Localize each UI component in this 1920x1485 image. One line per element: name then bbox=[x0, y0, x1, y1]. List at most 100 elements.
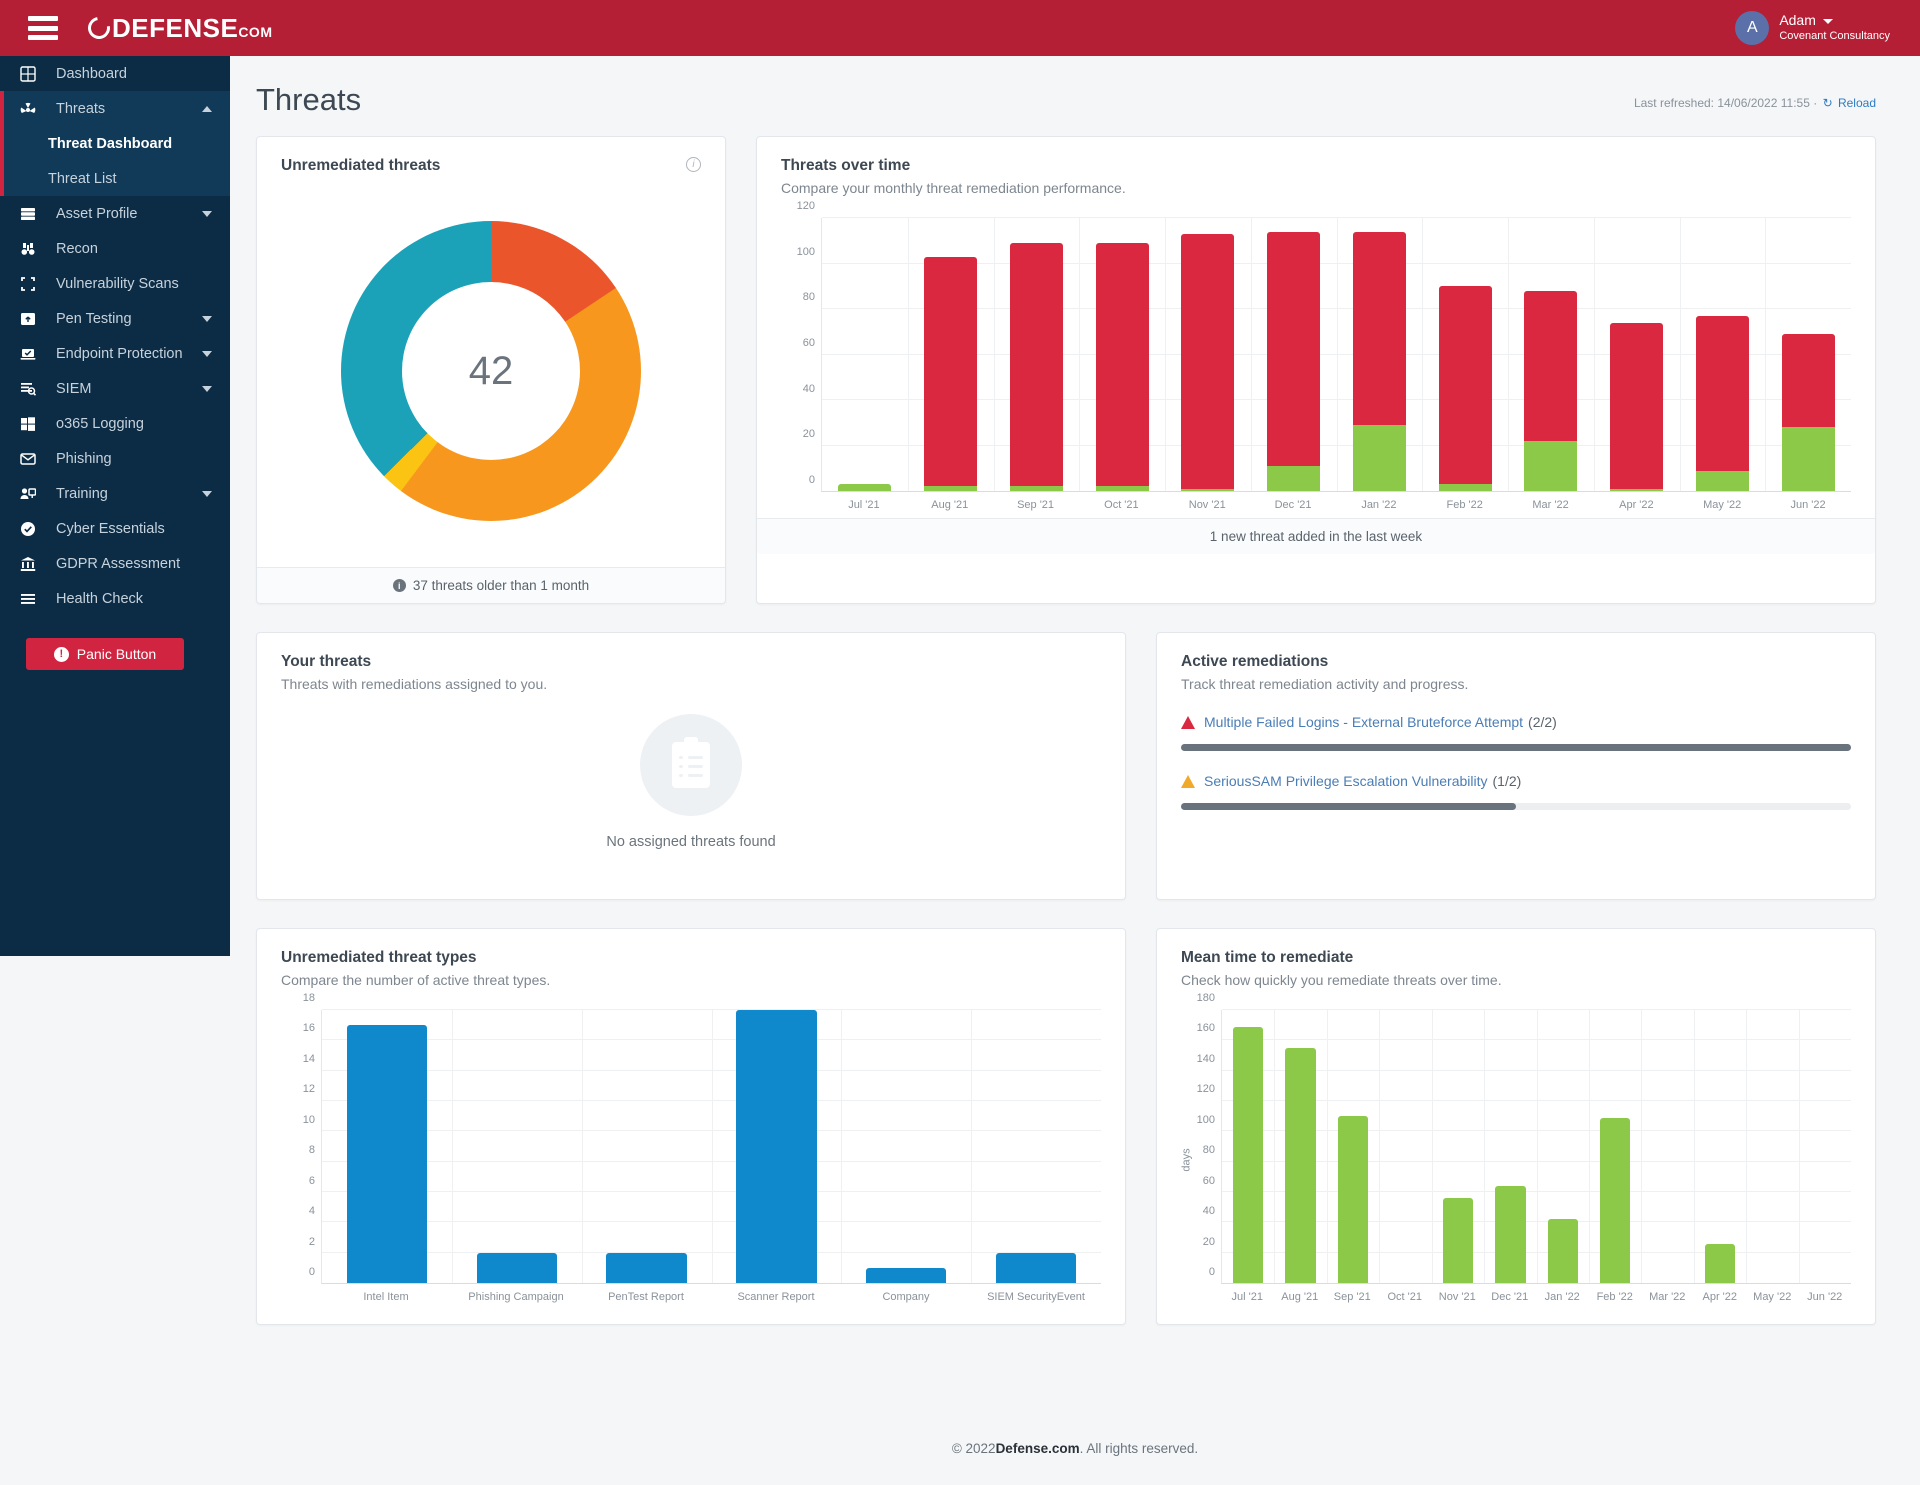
bar-segment-unremediated bbox=[1095, 243, 1149, 487]
bar[interactable] bbox=[1285, 1047, 1316, 1283]
bar-column[interactable] bbox=[1484, 1010, 1536, 1283]
bar-column[interactable] bbox=[1432, 1010, 1484, 1283]
sidebar-item-training[interactable]: Training bbox=[0, 476, 230, 511]
sidebar-item-recon[interactable]: Recon bbox=[0, 231, 230, 266]
sidebar-item-cyber-essentials[interactable]: Cyber Essentials bbox=[0, 511, 230, 546]
sidebar-item-vulnerability-scans[interactable]: Vulnerability Scans bbox=[0, 266, 230, 301]
chevron-down-icon[interactable] bbox=[1822, 18, 1833, 24]
bar[interactable] bbox=[1337, 1116, 1369, 1283]
sidebar-item-threats[interactable]: Threats bbox=[0, 91, 230, 126]
stacked-bar[interactable] bbox=[1009, 243, 1063, 491]
x-tick-label: Company bbox=[882, 1291, 930, 1303]
sidebar-item-threat-dashboard[interactable]: Threat Dashboard bbox=[0, 126, 230, 161]
bar[interactable] bbox=[476, 1252, 557, 1283]
bar-column[interactable] bbox=[1274, 1010, 1326, 1283]
bar-column[interactable] bbox=[1379, 1010, 1431, 1283]
bar-column[interactable] bbox=[1422, 218, 1508, 491]
bar-column[interactable] bbox=[322, 1010, 452, 1283]
sidebar-item-label: Health Check bbox=[56, 590, 144, 607]
user-menu[interactable]: A Adam Covenant Consultancy bbox=[1735, 11, 1890, 45]
stacked-bar[interactable] bbox=[1695, 315, 1749, 491]
sidebar-item-threat-list[interactable]: Threat List bbox=[0, 161, 230, 196]
chevron-down-icon[interactable] bbox=[202, 385, 212, 392]
bar[interactable] bbox=[1547, 1219, 1578, 1283]
hamburger-icon[interactable] bbox=[28, 16, 58, 40]
bar-column[interactable] bbox=[1165, 218, 1251, 491]
radiation-icon bbox=[20, 101, 42, 117]
bar-column[interactable] bbox=[1746, 1010, 1798, 1283]
stacked-bar[interactable] bbox=[1352, 231, 1406, 491]
bar-column[interactable] bbox=[452, 1010, 582, 1283]
sidebar-item-siem[interactable]: SIEM bbox=[0, 371, 230, 406]
bar-column[interactable] bbox=[1680, 218, 1766, 491]
bar-column[interactable] bbox=[971, 1010, 1101, 1283]
bar[interactable] bbox=[1599, 1117, 1631, 1283]
stacked-bar[interactable] bbox=[838, 484, 892, 491]
sidebar-item-gdpr-assessment[interactable]: GDPR Assessment bbox=[0, 546, 230, 581]
chevron-down-icon[interactable] bbox=[202, 490, 212, 497]
bar[interactable] bbox=[1442, 1198, 1474, 1283]
chevron-down-icon[interactable] bbox=[202, 210, 212, 217]
bar-column[interactable] bbox=[1508, 218, 1594, 491]
bar[interactable] bbox=[606, 1252, 687, 1283]
bar-column[interactable] bbox=[822, 218, 908, 491]
bar-column[interactable] bbox=[1589, 1010, 1641, 1283]
bar-column[interactable] bbox=[1694, 1010, 1746, 1283]
x-tick-label: Dec '21 bbox=[1274, 499, 1312, 511]
sidebar-item-label: Threats bbox=[56, 100, 106, 117]
remediation-link[interactable]: Multiple Failed Logins - External Brutef… bbox=[1204, 714, 1523, 730]
stacked-bar[interactable] bbox=[1438, 286, 1492, 491]
chevron-up-icon[interactable] bbox=[202, 105, 212, 112]
sidebar-item-dashboard[interactable]: Dashboard bbox=[0, 56, 230, 91]
reload-link[interactable]: Reload bbox=[1838, 96, 1876, 110]
sidebar-item-asset-profile[interactable]: Asset Profile bbox=[0, 196, 230, 231]
info-circle-icon[interactable]: i bbox=[686, 157, 701, 172]
bar-column[interactable] bbox=[841, 1010, 971, 1283]
brand-logo[interactable]: DEFENSE COM bbox=[83, 13, 272, 44]
bar[interactable] bbox=[736, 1010, 817, 1283]
remediation-link[interactable]: SeriousSAM Privilege Escalation Vulnerab… bbox=[1204, 773, 1488, 789]
bar-column[interactable] bbox=[1079, 218, 1165, 491]
threat-types-chart[interactable]: 0 2 4 6 8 10 12 14 16 18 Intel Item Phishing Campai… bbox=[281, 992, 1101, 1310]
bar-column[interactable] bbox=[994, 218, 1080, 491]
stacked-bar[interactable] bbox=[924, 256, 978, 491]
stacked-bar[interactable] bbox=[1781, 334, 1835, 491]
threats-over-time-chart[interactable]: 0 20 40 60 80 100 120 Jul '21 Aug '21 Sep '21 Oct … bbox=[781, 200, 1851, 518]
bar-column[interactable] bbox=[908, 218, 994, 491]
mttr-chart[interactable]: 0 20 40 60 80 100 120 140 160 180 days Jul '21 Aug '… bbox=[1181, 992, 1851, 1310]
bar-column[interactable] bbox=[1799, 1010, 1851, 1283]
bar-column[interactable] bbox=[711, 1010, 841, 1283]
stacked-bar[interactable] bbox=[1524, 290, 1578, 491]
reload-icon[interactable]: ↻ bbox=[1823, 96, 1833, 110]
sidebar-item-pen-testing[interactable]: Pen Testing bbox=[0, 301, 230, 336]
panic-button[interactable]: ! Panic Button bbox=[26, 638, 184, 670]
bar-column[interactable] bbox=[1765, 218, 1851, 491]
y-tick-label: 18 bbox=[302, 992, 315, 1004]
sidebar-item-endpoint-protection[interactable]: Endpoint Protection bbox=[0, 336, 230, 371]
chevron-down-icon[interactable] bbox=[202, 350, 212, 357]
bar-column[interactable] bbox=[1251, 218, 1337, 491]
bar-column[interactable] bbox=[1222, 1010, 1274, 1283]
stacked-bar[interactable] bbox=[1267, 231, 1321, 491]
chevron-down-icon[interactable] bbox=[202, 315, 212, 322]
bar-column[interactable] bbox=[1337, 218, 1423, 491]
bar[interactable] bbox=[1704, 1243, 1736, 1283]
bar-column[interactable] bbox=[1641, 1010, 1693, 1283]
sidebar-item-health-check[interactable]: Health Check bbox=[0, 581, 230, 616]
stacked-bar[interactable] bbox=[1610, 322, 1664, 491]
bar[interactable] bbox=[865, 1267, 947, 1283]
stacked-bar[interactable] bbox=[1181, 233, 1235, 491]
sidebar-item-phishing[interactable]: Phishing bbox=[0, 441, 230, 476]
bar-segment-unremediated bbox=[1267, 231, 1321, 466]
unremediated-threats-donut[interactable]: 42 bbox=[341, 221, 641, 521]
bar-column[interactable] bbox=[1327, 1010, 1379, 1283]
bar-column[interactable] bbox=[1594, 218, 1680, 491]
bar[interactable] bbox=[995, 1252, 1077, 1283]
bar-column[interactable] bbox=[1537, 1010, 1589, 1283]
bar[interactable] bbox=[1233, 1026, 1264, 1283]
bar-column[interactable] bbox=[582, 1010, 712, 1283]
bar[interactable] bbox=[346, 1025, 428, 1283]
bar[interactable] bbox=[1495, 1185, 1526, 1283]
sidebar-item-o365-logging[interactable]: o365 Logging bbox=[0, 406, 230, 441]
stacked-bar[interactable] bbox=[1095, 243, 1149, 491]
